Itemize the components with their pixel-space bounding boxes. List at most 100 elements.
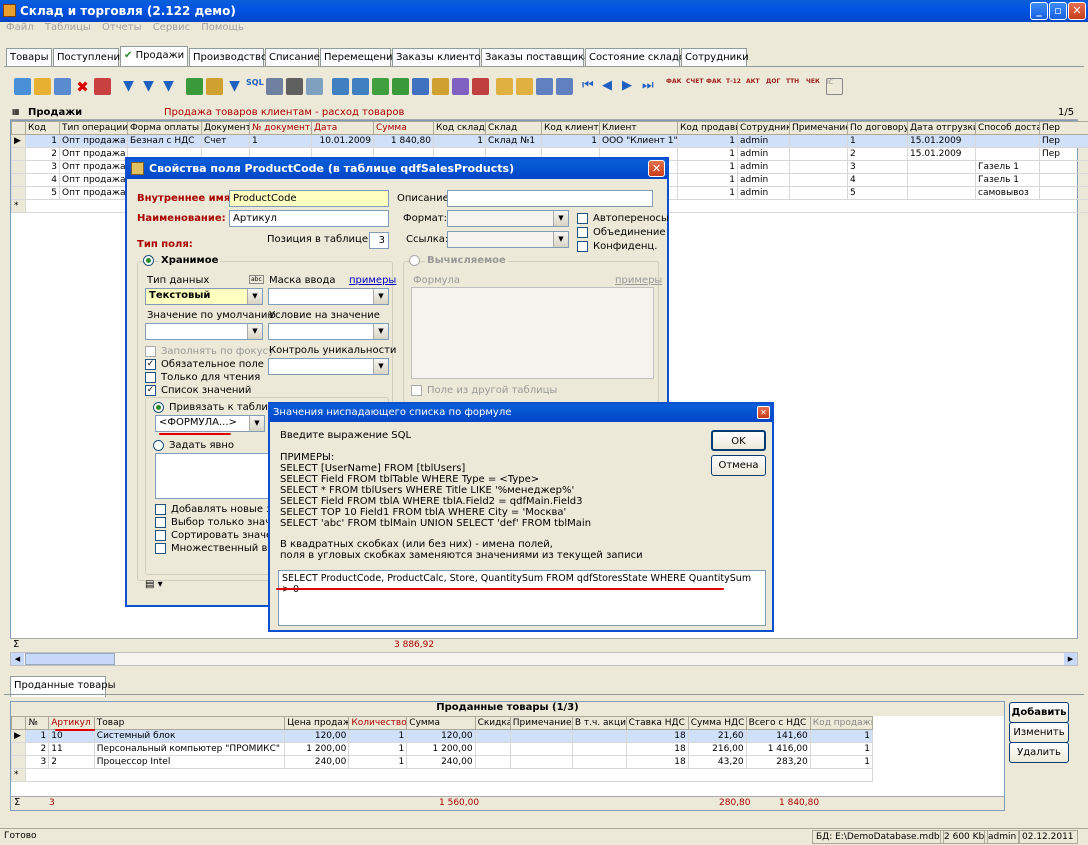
form-icon[interactable] — [536, 78, 553, 95]
formula-examples-link[interactable]: примеры — [615, 275, 662, 286]
bind-table-radio[interactable] — [153, 402, 164, 413]
cancel-button[interactable]: Отмена — [711, 455, 766, 476]
condition-select[interactable]: ▼ — [268, 323, 389, 340]
table-row[interactable]: ▶ 1 Опт продажа Безнал с НДС Счет 1 10.01.200… — [11, 134, 1088, 148]
bind-table-select[interactable]: <ФОРМУЛА...> ▼ — [155, 415, 265, 432]
sold-goods-grid[interactable]: Проданные товары (1/3) № Артикул Товар Ц… — [10, 701, 1005, 811]
scroll-thumb[interactable] — [25, 653, 115, 665]
col-header[interactable]: Примечание — [789, 121, 848, 135]
col-header[interactable]: Склад — [485, 121, 542, 135]
col-header[interactable]: Дата отгрузки — [907, 121, 976, 135]
col-header[interactable]: Код продажи — [809, 716, 874, 730]
col-header[interactable]: № — [25, 716, 50, 730]
name-field[interactable] — [229, 210, 389, 227]
confidential-checkbox[interactable] — [577, 241, 588, 252]
ok-button[interactable]: OK — [711, 430, 766, 451]
datatype-select[interactable]: Текстовый ▼ — [145, 288, 263, 305]
refresh-icon[interactable] — [186, 78, 203, 95]
menu-file[interactable]: Файл — [6, 22, 34, 33]
table-row[interactable]: ▶ 1 10 Системный блок 120,00 1 120,00 18 21,60 1… — [10, 729, 874, 743]
col-header[interactable]: Примечание — [509, 716, 573, 730]
doc-contract-icon[interactable]: ДОГ — [766, 78, 783, 95]
tab-writeoff[interactable]: Списание — [265, 48, 320, 66]
preview-icon[interactable] — [306, 78, 323, 95]
doc-ttn-icon[interactable]: ТТН — [786, 78, 803, 95]
doc-ic-icon[interactable]: IC — [826, 78, 843, 95]
horizontal-scrollbar[interactable]: ◀ ▶ — [10, 652, 1078, 666]
col-header[interactable]: Дата — [311, 121, 374, 135]
required-checkbox[interactable]: ✓ — [145, 359, 156, 370]
field-props-icon[interactable] — [496, 78, 513, 95]
tab-sales[interactable]: ✔ Продажи — [120, 46, 188, 67]
col-header[interactable]: Код склада — [433, 121, 486, 135]
col-header[interactable]: Сотрудник — [737, 121, 790, 135]
stored-radio[interactable] — [143, 255, 154, 266]
doc-check-icon[interactable]: ЧЕК — [806, 78, 823, 95]
export-excel-icon[interactable] — [372, 78, 389, 95]
col-header[interactable]: Количество — [348, 716, 408, 730]
col-header[interactable]: Товар — [93, 716, 286, 730]
tab-transfer[interactable]: Перемещение — [320, 48, 399, 66]
menu-help[interactable]: Помощь — [201, 22, 244, 33]
sort-icon[interactable] — [206, 78, 223, 95]
col-header[interactable]: Сумма НДС — [687, 716, 747, 730]
col-header[interactable]: № документа — [249, 121, 312, 135]
col-header[interactable]: Ставка НДС — [625, 716, 689, 730]
from-other-checkbox[interactable] — [411, 385, 422, 396]
export-html-icon[interactable] — [352, 78, 369, 95]
doc-invoice-icon[interactable]: ФАК — [666, 78, 683, 95]
mask-select[interactable]: ▼ — [268, 288, 389, 305]
col-header[interactable]: Сумма — [373, 121, 434, 135]
col-header[interactable]: Цена продажи — [284, 716, 350, 730]
internal-name-field[interactable] — [229, 190, 389, 207]
print-icon[interactable] — [286, 78, 303, 95]
col-header[interactable]: Код продавца — [677, 121, 738, 135]
tab-stock-state[interactable]: Состояние складов — [585, 48, 691, 66]
export-xml-icon[interactable] — [432, 78, 449, 95]
col-header[interactable]: Тип операции — [59, 121, 128, 135]
doc-t12-icon[interactable]: Т-12 — [726, 78, 743, 95]
new-record-icon[interactable] — [14, 78, 31, 95]
first-record-icon[interactable]: ⏮ — [582, 78, 599, 95]
menu-reports[interactable]: Отчеты — [102, 22, 141, 33]
scroll-right-icon[interactable]: ▶ — [1064, 653, 1077, 665]
col-header[interactable]: По договору — [847, 121, 908, 135]
filter-add-icon[interactable]: ▼ — [140, 78, 157, 95]
readonly-checkbox[interactable] — [145, 372, 156, 383]
doc-bill-icon[interactable]: СЧЕТ — [686, 78, 703, 95]
formula-field[interactable] — [411, 287, 654, 379]
col-header[interactable]: Код клиента — [541, 121, 600, 135]
menu-tables[interactable]: Таблицы — [45, 22, 91, 33]
import-excel-icon[interactable] — [392, 78, 409, 95]
dialog-close-button[interactable]: ✕ — [757, 406, 770, 419]
settings-icon[interactable] — [556, 78, 573, 95]
options-menu-icon[interactable]: ▤ ▾ — [145, 579, 171, 595]
filter-sql-icon[interactable]: ▼ — [226, 78, 243, 95]
fill-focus-checkbox[interactable] — [145, 346, 156, 357]
tab-production[interactable]: Производство — [189, 48, 267, 66]
edit-button[interactable]: Изменить — [1009, 722, 1069, 743]
sql-input[interactable]: SELECT ProductCode, ProductCalc, Store, … — [278, 570, 766, 626]
value-list-checkbox[interactable]: ✓ — [145, 385, 156, 396]
new-row[interactable]: * — [10, 768, 873, 782]
menu-service[interactable]: Сервис — [153, 22, 190, 33]
delete-all-icon[interactable] — [94, 78, 111, 95]
graph-icon[interactable] — [452, 78, 469, 95]
doc-factura-icon[interactable]: ФАК — [706, 78, 723, 95]
minimize-button[interactable]: _ — [1030, 2, 1048, 20]
table-row[interactable]: 3 2 Процессор Intel 240,00 1 240,00 18 43,20 283… — [10, 755, 874, 769]
col-header[interactable]: Клиент — [599, 121, 678, 135]
next-record-icon[interactable]: ▶ — [622, 78, 639, 95]
position-field[interactable] — [369, 232, 389, 249]
filter-icon[interactable]: ▼ — [120, 78, 137, 95]
tab-client-orders[interactable]: Заказы клиентов — [392, 48, 487, 66]
set-explicit-radio[interactable] — [153, 440, 164, 451]
col-header[interactable]: Документ — [201, 121, 250, 135]
col-header[interactable]: Артикул — [48, 716, 95, 730]
table-row[interactable]: 2 11 Персональный компьютер "ПРОМИКС" 1 200… — [10, 742, 874, 756]
sql-icon[interactable]: SQL — [246, 78, 264, 95]
tab-receipts[interactable]: Поступление — [53, 48, 126, 66]
mask-examples-link[interactable]: примеры — [349, 275, 396, 286]
col-header[interactable]: Код — [25, 121, 60, 135]
columns-icon[interactable] — [516, 78, 533, 95]
